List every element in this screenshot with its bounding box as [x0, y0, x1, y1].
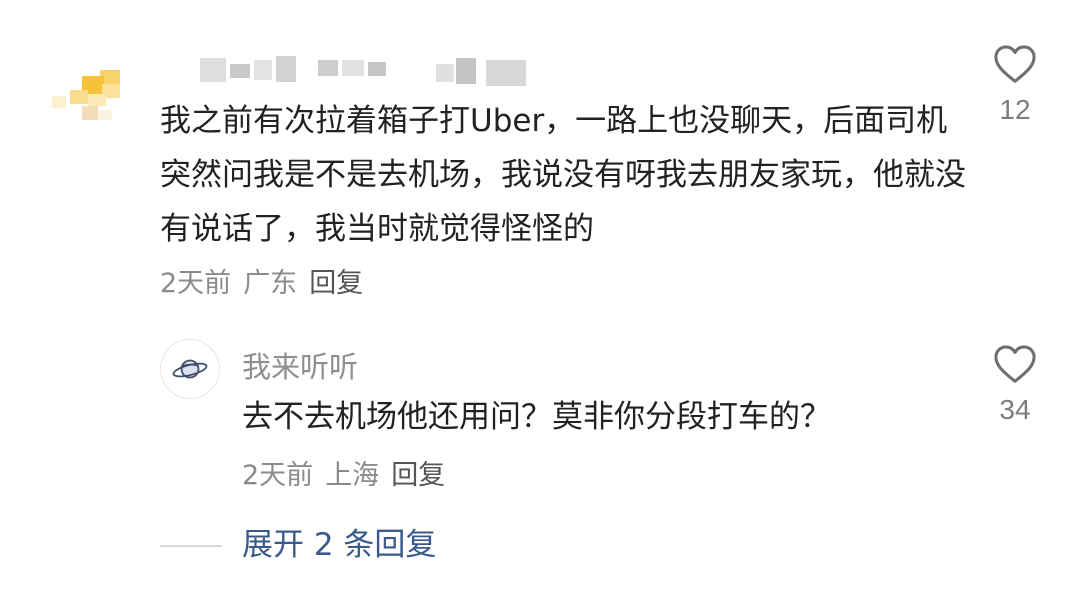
expand-replies-button[interactable]: 展开 2 条回复 [242, 523, 436, 567]
reply-button[interactable]: 回复 [309, 264, 363, 304]
heart-icon [994, 345, 1036, 383]
like-count: 12 [999, 94, 1031, 125]
avatar[interactable] [160, 339, 220, 399]
like-button[interactable]: 34 [980, 344, 1050, 426]
comment-meta: 2天前 广东 回复 [160, 264, 363, 304]
comment-time: 2天前 [160, 268, 232, 299]
comment-location: 广东 [243, 268, 298, 299]
like-count: 34 [999, 394, 1031, 425]
reply-text: 去不去机场他还用问？莫非你分段打车的？ [242, 399, 831, 435]
avatar[interactable] [52, 70, 134, 130]
divider [160, 545, 222, 547]
reply-button[interactable]: 回复 [391, 456, 445, 496]
planet-icon [172, 359, 208, 379]
like-button[interactable]: 12 [980, 44, 1050, 126]
reply-meta: 2天前 上海 回复 [242, 456, 445, 496]
reply-time: 2天前 [242, 460, 314, 491]
reply-location: 上海 [325, 460, 380, 491]
reply-username[interactable]: 我来听听 [242, 344, 358, 386]
comment-text: 我之前有次拉着箱子打Uber，一路上也没聊天，后面司机突然问我是不是去机场，我说… [160, 103, 966, 247]
heart-icon [994, 45, 1036, 83]
comment-thread: 我之前有次拉着箱子打Uber，一路上也没聊天，后面司机突然问我是不是去机场，我说… [0, 0, 1080, 591]
username-redacted[interactable] [200, 56, 540, 90]
